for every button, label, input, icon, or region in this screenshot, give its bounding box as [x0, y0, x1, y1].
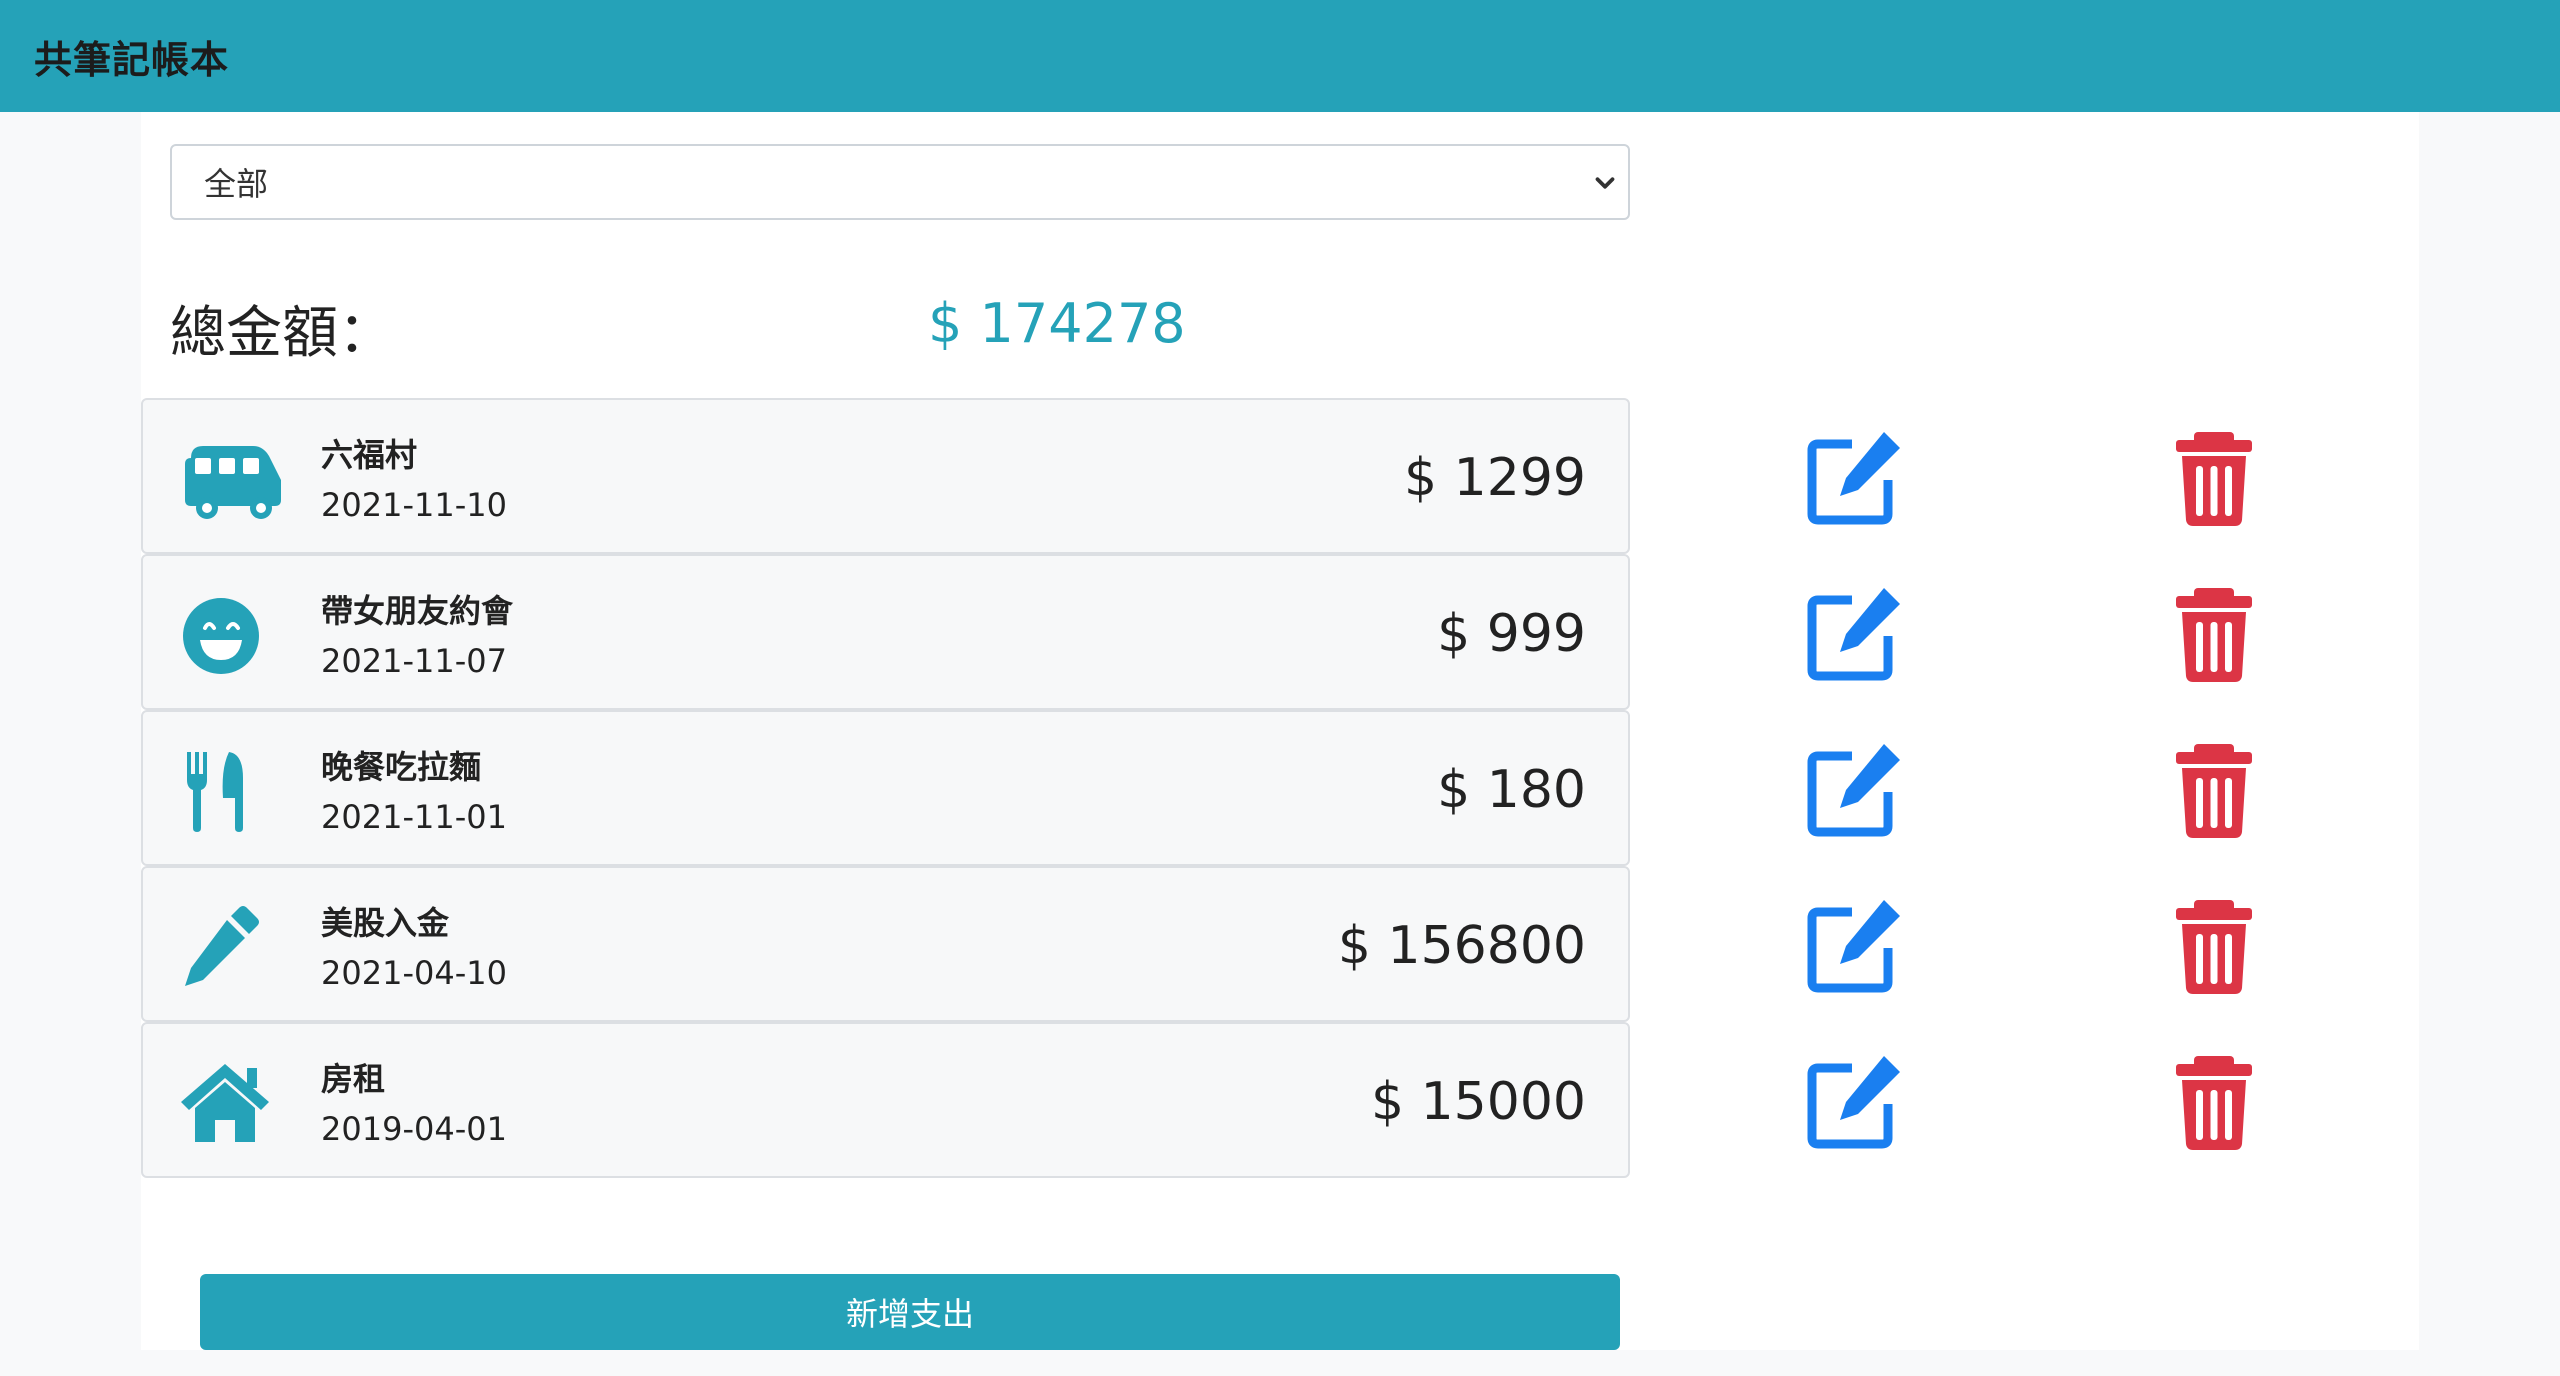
- record-amount: $ 15000: [1370, 1072, 1586, 1132]
- record-name: 房租: [321, 1060, 386, 1098]
- app-title[interactable]: 共筆記帳本: [34, 29, 229, 84]
- record-row: 美股入金 2021-04-10 $ 156800: [141, 866, 1630, 1022]
- utensils-icon: [187, 752, 243, 832]
- total-label: 總金額：: [170, 301, 394, 366]
- category-filter-value: 全部: [204, 165, 269, 203]
- trash-icon[interactable]: [2164, 896, 2264, 996]
- trash-icon[interactable]: [2164, 1052, 2264, 1152]
- edit-icon[interactable]: [1806, 896, 1906, 996]
- record-name: 六福村: [321, 436, 418, 474]
- record-date: 2021-11-01: [321, 798, 507, 836]
- record-row: 六福村 2021-11-10 $ 1299: [141, 398, 1630, 554]
- record-amount: $ 999: [1437, 604, 1586, 664]
- home-icon: [181, 1064, 269, 1142]
- total-value: $ 174278: [928, 292, 1186, 355]
- pen-icon: [185, 906, 259, 986]
- record-row: 房租 2019-04-01 $ 15000: [141, 1022, 1630, 1178]
- navbar: 共筆記帳本: [0, 0, 2560, 112]
- add-expense-label: 新增支出: [845, 1295, 974, 1333]
- edit-icon[interactable]: [1806, 428, 1906, 528]
- record-row: 晚餐吃拉麵 2021-11-01 $ 180: [141, 710, 1630, 866]
- edit-icon[interactable]: [1806, 584, 1906, 684]
- record-date: 2021-11-10: [321, 486, 507, 524]
- edit-icon[interactable]: [1806, 740, 1906, 840]
- add-expense-button[interactable]: 新增支出: [200, 1274, 1620, 1350]
- record-amount: $ 156800: [1337, 916, 1586, 976]
- record-name: 帶女朋友約會: [321, 592, 514, 630]
- record-name: 晚餐吃拉麵: [321, 748, 482, 786]
- record-date: 2019-04-01: [321, 1110, 507, 1148]
- trash-icon[interactable]: [2164, 740, 2264, 840]
- trash-icon[interactable]: [2164, 584, 2264, 684]
- record-date: 2021-04-10: [321, 954, 507, 992]
- record-name: 美股入金: [321, 904, 450, 942]
- bus-icon: [185, 446, 281, 519]
- trash-icon[interactable]: [2164, 428, 2264, 528]
- category-filter-select[interactable]: 全部: [170, 144, 1630, 220]
- record-row: 帶女朋友約會 2021-11-07 $ 999: [141, 554, 1630, 710]
- smile-icon: [183, 598, 259, 674]
- record-date: 2021-11-07: [321, 642, 507, 680]
- record-amount: $ 180: [1437, 760, 1586, 820]
- chevron-down-icon: [1595, 177, 1615, 189]
- record-amount: $ 1299: [1404, 448, 1586, 508]
- edit-icon[interactable]: [1806, 1052, 1906, 1152]
